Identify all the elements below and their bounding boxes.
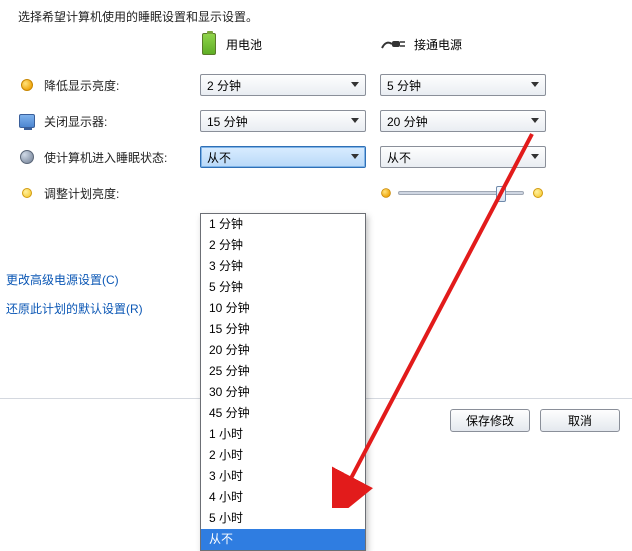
row-dim-label: 降低显示亮度: bbox=[44, 77, 119, 94]
dim-icon bbox=[18, 76, 36, 94]
dropdown-option[interactable]: 2 分钟 bbox=[201, 235, 365, 256]
dropdown-option[interactable]: 5 分钟 bbox=[201, 277, 365, 298]
display-off-plugged-select[interactable]: 20 分钟 bbox=[380, 110, 546, 132]
chevron-down-icon bbox=[529, 115, 541, 127]
chevron-down-icon bbox=[349, 79, 361, 91]
plug-icon bbox=[380, 36, 406, 52]
row-sleep-label: 使计算机进入睡眠状态: bbox=[44, 149, 167, 166]
dropdown-option[interactable]: 5 小时 bbox=[201, 508, 365, 529]
display-off-battery-value: 15 分钟 bbox=[207, 113, 248, 130]
save-button[interactable]: 保存修改 bbox=[450, 409, 530, 432]
dim-plugged-select[interactable]: 5 分钟 bbox=[380, 74, 546, 96]
dropdown-option[interactable]: 20 分钟 bbox=[201, 340, 365, 361]
dropdown-option[interactable]: 2 小时 bbox=[201, 445, 365, 466]
dropdown-option[interactable]: 从不 bbox=[201, 529, 365, 550]
dropdown-option[interactable]: 1 分钟 bbox=[201, 214, 365, 235]
column-headers: 用电池 接通电源 bbox=[0, 35, 632, 53]
dropdown-option[interactable]: 3 小时 bbox=[201, 466, 365, 487]
brightness-icon bbox=[18, 184, 36, 202]
dropdown-option[interactable]: 4 小时 bbox=[201, 487, 365, 508]
chevron-down-icon bbox=[349, 151, 361, 163]
chevron-down-icon bbox=[529, 151, 541, 163]
dim-plugged-value: 5 分钟 bbox=[387, 77, 421, 94]
chevron-down-icon bbox=[349, 115, 361, 127]
plugged-column-header: 接通电源 bbox=[380, 36, 560, 53]
chevron-down-icon bbox=[529, 79, 541, 91]
brightness-high-icon bbox=[530, 185, 546, 201]
monitor-off-icon bbox=[18, 112, 36, 130]
battery-column-header: 用电池 bbox=[200, 35, 380, 53]
dropdown-option[interactable]: 1 小时 bbox=[201, 424, 365, 445]
dropdown-option[interactable]: 10 分钟 bbox=[201, 298, 365, 319]
row-brightness-label: 调整计划亮度: bbox=[44, 185, 119, 202]
brightness-plugged-slider[interactable] bbox=[380, 185, 546, 201]
row-display-off: 关闭显示器: 15 分钟 20 分钟 bbox=[0, 103, 632, 139]
dropdown-option[interactable]: 25 分钟 bbox=[201, 361, 365, 382]
sleep-battery-dropdown[interactable]: 1 分钟2 分钟3 分钟5 分钟10 分钟15 分钟20 分钟25 分钟30 分… bbox=[200, 213, 366, 551]
row-dim-display: 降低显示亮度: 2 分钟 5 分钟 bbox=[0, 67, 632, 103]
row-brightness: 调整计划亮度: bbox=[0, 175, 632, 211]
dim-battery-select[interactable]: 2 分钟 bbox=[200, 74, 366, 96]
display-off-battery-select[interactable]: 15 分钟 bbox=[200, 110, 366, 132]
sleep-battery-value: 从不 bbox=[207, 149, 231, 166]
display-off-plugged-value: 20 分钟 bbox=[387, 113, 428, 130]
dropdown-option[interactable]: 45 分钟 bbox=[201, 403, 365, 424]
plugged-column-label: 接通电源 bbox=[414, 36, 462, 53]
sleep-plugged-select[interactable]: 从不 bbox=[380, 146, 546, 168]
dropdown-option[interactable]: 30 分钟 bbox=[201, 382, 365, 403]
row-display-off-label: 关闭显示器: bbox=[44, 113, 107, 130]
brightness-low-icon bbox=[381, 188, 391, 198]
battery-icon bbox=[200, 35, 218, 53]
sleep-icon bbox=[18, 148, 36, 166]
sleep-plugged-value: 从不 bbox=[387, 149, 411, 166]
sleep-battery-select[interactable]: 从不 bbox=[200, 146, 366, 168]
cancel-button[interactable]: 取消 bbox=[540, 409, 620, 432]
dim-battery-value: 2 分钟 bbox=[207, 77, 241, 94]
dropdown-option[interactable]: 15 分钟 bbox=[201, 319, 365, 340]
dropdown-option[interactable]: 3 分钟 bbox=[201, 256, 365, 277]
row-sleep: 使计算机进入睡眠状态: 从不 从不 bbox=[0, 139, 632, 175]
battery-column-label: 用电池 bbox=[226, 36, 262, 53]
page-title: 选择希望计算机使用的睡眠设置和显示设置。 bbox=[0, 0, 632, 35]
